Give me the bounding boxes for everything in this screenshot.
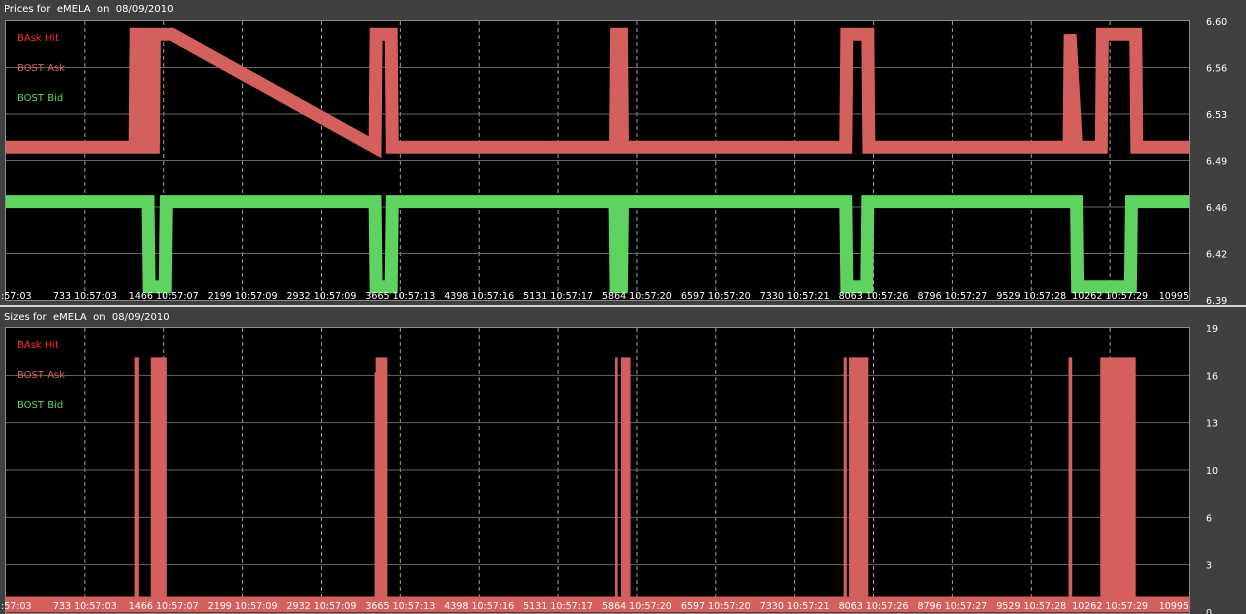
x-tick-label: 8063 10:57:26 [839, 601, 909, 612]
y-tick-label: 10 [1206, 466, 1218, 477]
x-tick-label: 8796 10:57:27 [917, 291, 987, 302]
legend-entry-bask-hit: BAsk Hit [17, 33, 59, 44]
y-tick-label: 16 [1206, 371, 1218, 382]
y-tick-label: 6.39 [1206, 296, 1227, 307]
x-tick-label: 2199 10:57:09 [208, 601, 278, 612]
chart-overlay: BAsk Hit BOST Ask BOST Bid 6.60 6.56 6.53 6.49… [1, 17, 1227, 614]
legend-entry-bost-bid: BOST Bid [17, 93, 63, 104]
x-tick-label: 10995 [1159, 601, 1189, 612]
x-tick-label: 4398 10:57:16 [444, 291, 514, 302]
x-tick-label: 9529 10:57:28 [996, 291, 1066, 302]
y-tick-label: 6.42 [1206, 250, 1227, 261]
x-tick-label: 6597 10:57:20 [681, 291, 751, 302]
x-tick-label: 8796 10:57:27 [917, 601, 987, 612]
x-tick-label: 10995 [1159, 291, 1189, 302]
x-tick-label: 3665 10:57:13 [365, 601, 435, 612]
x-tick-label: 2932 10:57:09 [287, 601, 357, 612]
x-tick-label: 5131 10:57:17 [523, 291, 593, 302]
x-tick-label: 4398 10:57:16 [444, 601, 514, 612]
x-tick-label: 10262 10:57:29 [1072, 601, 1148, 612]
x-tick-label: :57:03 [1, 291, 32, 302]
y-tick-label: 13 [1206, 419, 1218, 430]
series-line-bost-ask [6, 27, 1189, 159]
y-tick-label: 0 [1206, 608, 1212, 614]
x-tick-label: 2199 10:57:09 [208, 291, 278, 302]
x-tick-label: 7330 10:57:21 [760, 291, 830, 302]
y-tick-label: 6.56 [1206, 64, 1227, 75]
y-tick-label: 6.49 [1206, 157, 1227, 168]
x-tick-label: 1466 10:57:07 [129, 601, 199, 612]
x-tick-label: 5864 10:57:20 [602, 601, 672, 612]
x-tick-label: 6597 10:57:20 [681, 601, 751, 612]
x-tick-label: 733 10:57:03 [53, 601, 117, 612]
x-tick-label: 5131 10:57:17 [523, 601, 593, 612]
x-tick-label: 7330 10:57:21 [760, 601, 830, 612]
series-area-bost-ask [5, 357, 1190, 613]
x-tick-label: 10262 10:57:29 [1072, 291, 1148, 302]
y-tick-label: 6.46 [1206, 203, 1227, 214]
x-tick-label: 2932 10:57:09 [287, 291, 357, 302]
legend-entry-bost-bid: BOST Bid [17, 400, 63, 411]
x-tick-label: 5864 10:57:20 [602, 291, 672, 302]
x-tick-label: :57:03 [1, 601, 32, 612]
x-tick-label: 8063 10:57:26 [839, 291, 909, 302]
x-tick-label: 3665 10:57:13 [365, 291, 435, 302]
x-tick-label: 733 10:57:03 [53, 291, 117, 302]
y-tick-label: 6.60 [1206, 17, 1227, 28]
y-tick-label: 19 [1206, 324, 1218, 335]
y-tick-label: 3 [1206, 561, 1212, 572]
series-line-bost-bid [6, 195, 1189, 294]
x-tick-label: 1466 10:57:07 [129, 291, 199, 302]
y-tick-label: 6 [1206, 513, 1212, 524]
legend-entry-bost-ask: BOST Ask [17, 370, 65, 381]
x-tick-label: 9529 10:57:28 [996, 601, 1066, 612]
legend-entry-bost-ask: BOST Ask [17, 63, 65, 74]
legend-entry-bask-hit: BAsk Hit [17, 340, 59, 351]
y-tick-label: 6.53 [1206, 110, 1227, 121]
